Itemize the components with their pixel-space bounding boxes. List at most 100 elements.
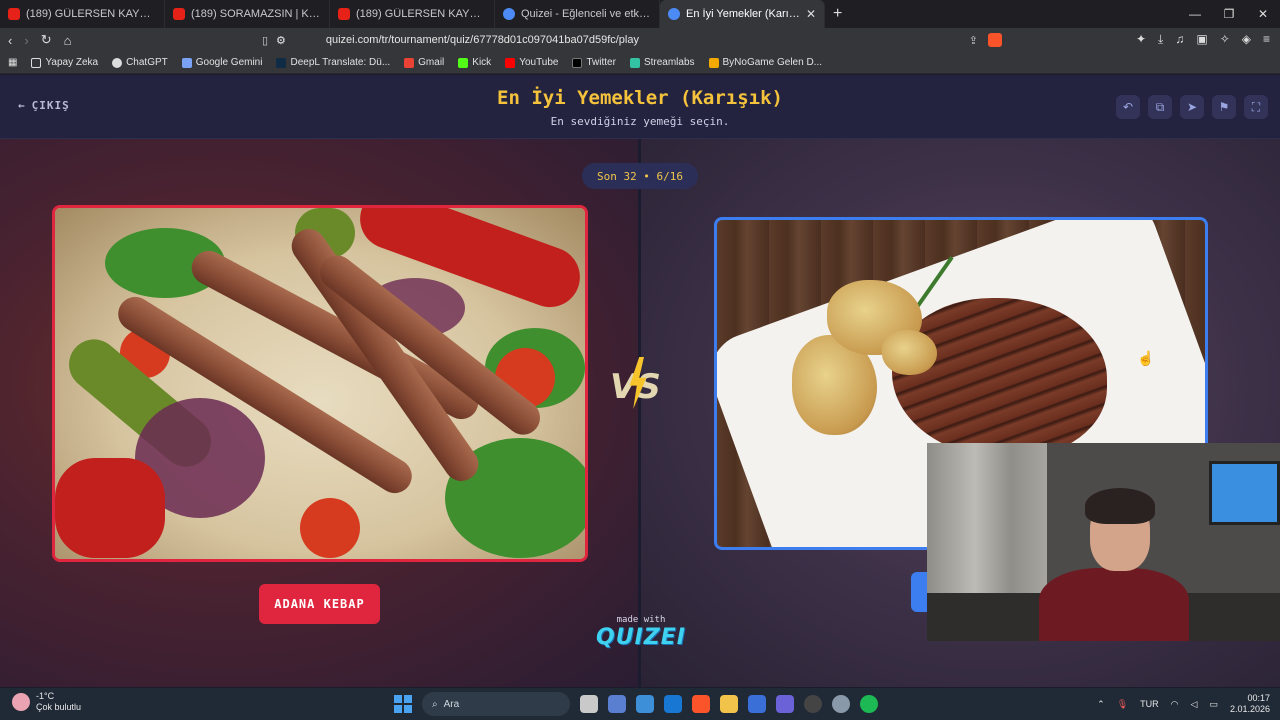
made-with-badge[interactable]: made with QUIZEI — [596, 615, 686, 650]
quiz-header: ← ÇIKIŞ En İyi Yemekler (Karışık) En sev… — [0, 75, 1280, 139]
system-tray: ⌃ 🎙 TUR ◠ ◁ ▭ 00:17 2.01.2026 — [1097, 693, 1270, 715]
folder-icon — [31, 57, 42, 68]
browser-tab-bar: (189) GÜLERSEN KAYBEDERSİN 2026 (189) SO… — [0, 0, 1280, 28]
deepl-icon — [276, 57, 287, 68]
close-tab-icon[interactable]: ✕ — [806, 7, 816, 21]
file-explorer-icon[interactable] — [720, 695, 738, 713]
bookmark-label: Google Gemini — [195, 57, 263, 68]
battery-icon[interactable]: ▭ — [1209, 699, 1218, 710]
minimize-icon[interactable]: — — [1178, 7, 1212, 21]
undo-icon[interactable]: ↶ — [1116, 95, 1140, 119]
browser-tab[interactable]: (189) GÜLERSEN KAYBEDERSİN 2026 — [0, 0, 165, 28]
vs-badge: VS — [606, 357, 672, 417]
windows-start-icon[interactable] — [394, 695, 412, 713]
wifi-icon[interactable]: ◠ — [1171, 699, 1179, 710]
left-choice-image[interactable] — [52, 205, 588, 562]
back-icon[interactable]: ‹ — [8, 33, 12, 48]
bookmark-item[interactable]: ByNoGame Gelen D... — [708, 57, 822, 68]
bookmark-item[interactable]: Yapay Zeka — [31, 57, 98, 68]
restore-icon[interactable]: ❐ — [1212, 7, 1246, 21]
calculator-icon[interactable] — [636, 695, 654, 713]
bookmark-item[interactable]: Gmail — [404, 57, 444, 68]
bookmark-label: ChatGPT — [126, 57, 168, 68]
search-icon: ⌕ — [432, 698, 438, 710]
bookmark-label: ByNoGame Gelen D... — [722, 57, 822, 68]
close-window-icon[interactable]: ✕ — [1246, 7, 1280, 21]
task-view-icon[interactable] — [580, 695, 598, 713]
music-icon[interactable]: ♫ — [1175, 32, 1184, 47]
clock-date: 2.01.2026 — [1229, 704, 1270, 714]
browser-tab[interactable]: Quizei - Eğlenceli ve etkileşimli quizle — [495, 0, 660, 28]
youtube-icon — [8, 8, 20, 20]
chevron-up-icon[interactable]: ⌃ — [1097, 699, 1105, 710]
vpn-icon[interactable]: ◈ — [1242, 32, 1251, 47]
bookmark-label: Gmail — [418, 57, 445, 68]
made-with-text: made with — [616, 615, 666, 625]
webcam-overlay — [927, 443, 1280, 641]
outlook-icon[interactable] — [664, 695, 682, 713]
volume-icon[interactable]: ◁ — [1191, 699, 1198, 710]
bookmark-item[interactable]: DeepL Translate: Dü... — [276, 57, 390, 68]
microphone-icon[interactable]: 🎙 — [1117, 699, 1128, 710]
bookmark-item[interactable]: Twitter — [572, 57, 616, 68]
obs-icon[interactable] — [804, 695, 822, 713]
search-placeholder: Ara — [443, 698, 460, 710]
bookmark-item[interactable]: ChatGPT — [112, 57, 168, 68]
snipping-tool-icon[interactable] — [608, 695, 626, 713]
extensions-icon[interactable]: ✦ — [1136, 32, 1146, 47]
spotify-icon[interactable] — [860, 695, 878, 713]
url-field[interactable]: ▯ ⚙ quizei.com/tr/tournament/quiz/67778d… — [262, 30, 1002, 50]
bookmark-icon[interactable]: ▯ — [262, 34, 268, 47]
bookmark-item[interactable]: Google Gemini — [181, 57, 263, 68]
clock[interactable]: 00:17 2.01.2026 — [1230, 693, 1270, 715]
taskbar-search[interactable]: ⌕ Ara — [422, 692, 570, 716]
weather-widget[interactable]: -1°C Çok bulutlu — [12, 691, 81, 713]
share-icon[interactable]: ⇪ — [969, 34, 978, 47]
bookmark-item[interactable]: Kick — [458, 57, 491, 68]
page-title: En İyi Yemekler (Karışık) — [497, 87, 783, 109]
brave-icon[interactable] — [692, 695, 710, 713]
round-indicator: Son 32 • 6/16 — [582, 163, 698, 189]
browser-tab[interactable]: (189) GÜLERSEN KAYBEDERSİN w/ Ca — [330, 0, 495, 28]
browser-tab[interactable]: (189) SORAMAZSIN | Koreli Seksoma — [165, 0, 330, 28]
taskbar-apps: ⌕ Ara — [394, 692, 878, 716]
fullscreen-icon[interactable]: ⛶ — [1244, 95, 1268, 119]
sidebar-icon[interactable]: ▣ — [1196, 32, 1207, 47]
new-tab-button[interactable]: + — [833, 5, 842, 23]
tab-title: (189) GÜLERSEN KAYBEDERSİN 2026 — [26, 8, 156, 20]
discord-icon[interactable] — [776, 695, 794, 713]
reload-icon[interactable]: ↻ — [41, 32, 52, 48]
clock-time: 00:17 — [1247, 693, 1270, 703]
browser-tab-active[interactable]: En İyi Yemekler (Karışık) - Tier Lis ✕ — [660, 0, 825, 28]
bookmark-item[interactable]: Streamlabs — [629, 57, 695, 68]
streamer-hair — [1085, 488, 1155, 524]
forward-icon[interactable]: › — [24, 33, 28, 48]
header-tools: ↶ ⧉ ➤ ⚑ ⛶ — [1116, 95, 1268, 119]
cursor-icon: ☝ — [1137, 350, 1155, 366]
bookmark-item[interactable]: YouTube — [505, 57, 558, 68]
quizei-icon — [503, 8, 515, 20]
quizei-logo: QUIZEI — [596, 625, 686, 650]
youtube-icon — [338, 8, 350, 20]
home-icon[interactable]: ⌂ — [64, 33, 72, 48]
bookmark-label: DeepL Translate: Dü... — [290, 57, 391, 68]
send-icon[interactable]: ➤ — [1180, 95, 1204, 119]
brave-shield-icon[interactable] — [988, 33, 1002, 47]
ms-store-icon[interactable] — [748, 695, 766, 713]
tomato — [300, 498, 360, 558]
copy-link-icon[interactable]: ⧉ — [1148, 95, 1172, 119]
settings-icon[interactable] — [832, 695, 850, 713]
download-icon[interactable]: ⤓ — [1158, 32, 1163, 47]
choose-adana-kebap-button[interactable]: ADANA KEBAP — [259, 584, 380, 624]
youtube-icon — [173, 8, 185, 20]
menu-icon[interactable]: ≡ — [1263, 32, 1270, 47]
leo-ai-icon[interactable]: ✧ — [1220, 32, 1230, 47]
youtube-icon — [505, 57, 516, 68]
streamlabs-icon — [629, 57, 640, 68]
apps-grid-icon[interactable]: ▦ — [8, 57, 17, 68]
language-indicator[interactable]: TUR — [1140, 699, 1159, 709]
site-info-icon[interactable]: ⚙ — [276, 34, 286, 47]
flag-icon[interactable]: ⚑ — [1212, 95, 1236, 119]
gmail-icon — [404, 57, 415, 68]
bookmark-label: YouTube — [519, 57, 559, 68]
